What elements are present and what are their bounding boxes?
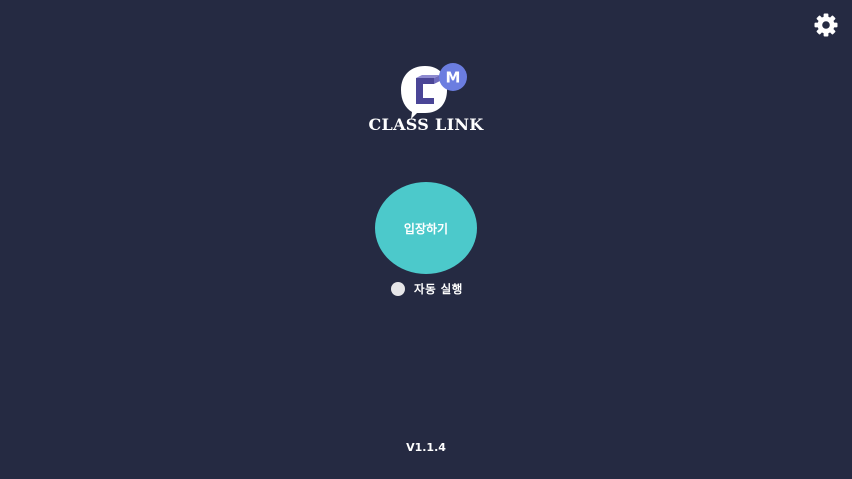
enter-button[interactable]: 입장하기 [375, 182, 477, 274]
class-link-logo: M [396, 62, 472, 120]
settings-button[interactable] [812, 11, 840, 39]
launcher-screen: M CLASS LINK 입장하기 자동 실행 V1.1.4 [0, 0, 852, 479]
logo-badge-text: M [446, 69, 461, 87]
class-link-logo-icon: M [401, 63, 467, 119]
version-label: V1.1.4 [406, 441, 446, 454]
radio-icon[interactable] [391, 282, 405, 296]
gear-icon [814, 13, 838, 37]
autorun-label: 자동 실행 [414, 282, 463, 296]
autorun-toggle[interactable]: 자동 실행 [391, 281, 463, 297]
brand-name: CLASS LINK [368, 115, 484, 134]
